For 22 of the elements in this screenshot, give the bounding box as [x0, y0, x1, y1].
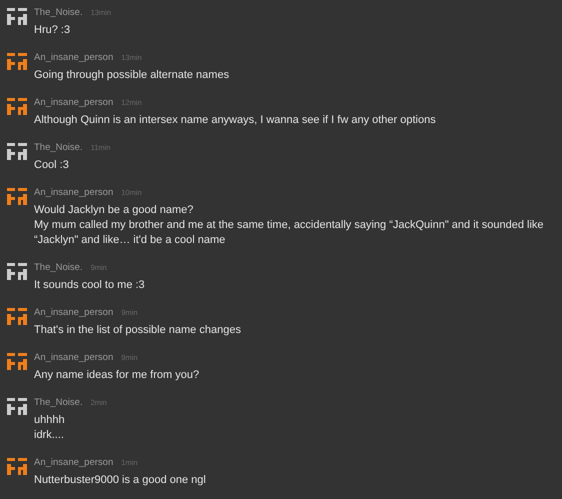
message-text: It sounds cool to me :3: [34, 278, 146, 293]
message-text: My mum called my brother and me at the same time, accidentally saying “JackQuinn" and it sounded like “Jacklyn" and like… it'd be a cool name: [34, 218, 545, 248]
username[interactable]: An_insane_person: [34, 52, 114, 63]
message-text: Any name ideas for me from you?: [34, 368, 200, 383]
username[interactable]: The_Noise.: [34, 7, 83, 18]
message-text: Would Jacklyn be a good name?: [34, 203, 194, 218]
message-text: Cool :3: [34, 158, 70, 173]
username[interactable]: An_insane_person: [34, 307, 114, 318]
username[interactable]: An_insane_person: [34, 352, 114, 363]
message-text: idrk....: [34, 428, 65, 443]
message-text: Hru? :3: [34, 23, 72, 38]
username[interactable]: The_Noise.: [34, 262, 83, 273]
message-text: uhhhh: [34, 413, 66, 428]
message-text: Going through possible alternate names: [34, 68, 230, 83]
username[interactable]: The_Noise.: [34, 397, 83, 408]
username[interactable]: An_insane_person: [34, 97, 114, 108]
message-text: Nutterbuster9000 is a good one ngl: [34, 473, 207, 488]
username[interactable]: The_Noise.: [34, 142, 83, 153]
username[interactable]: An_insane_person: [34, 187, 114, 198]
message-text: That's in the list of possible name changes: [34, 323, 242, 338]
message-text: Although Quinn is an intersex name anyways, I wanna see if I fw any other options: [34, 113, 437, 128]
username[interactable]: An_insane_person: [34, 457, 114, 468]
